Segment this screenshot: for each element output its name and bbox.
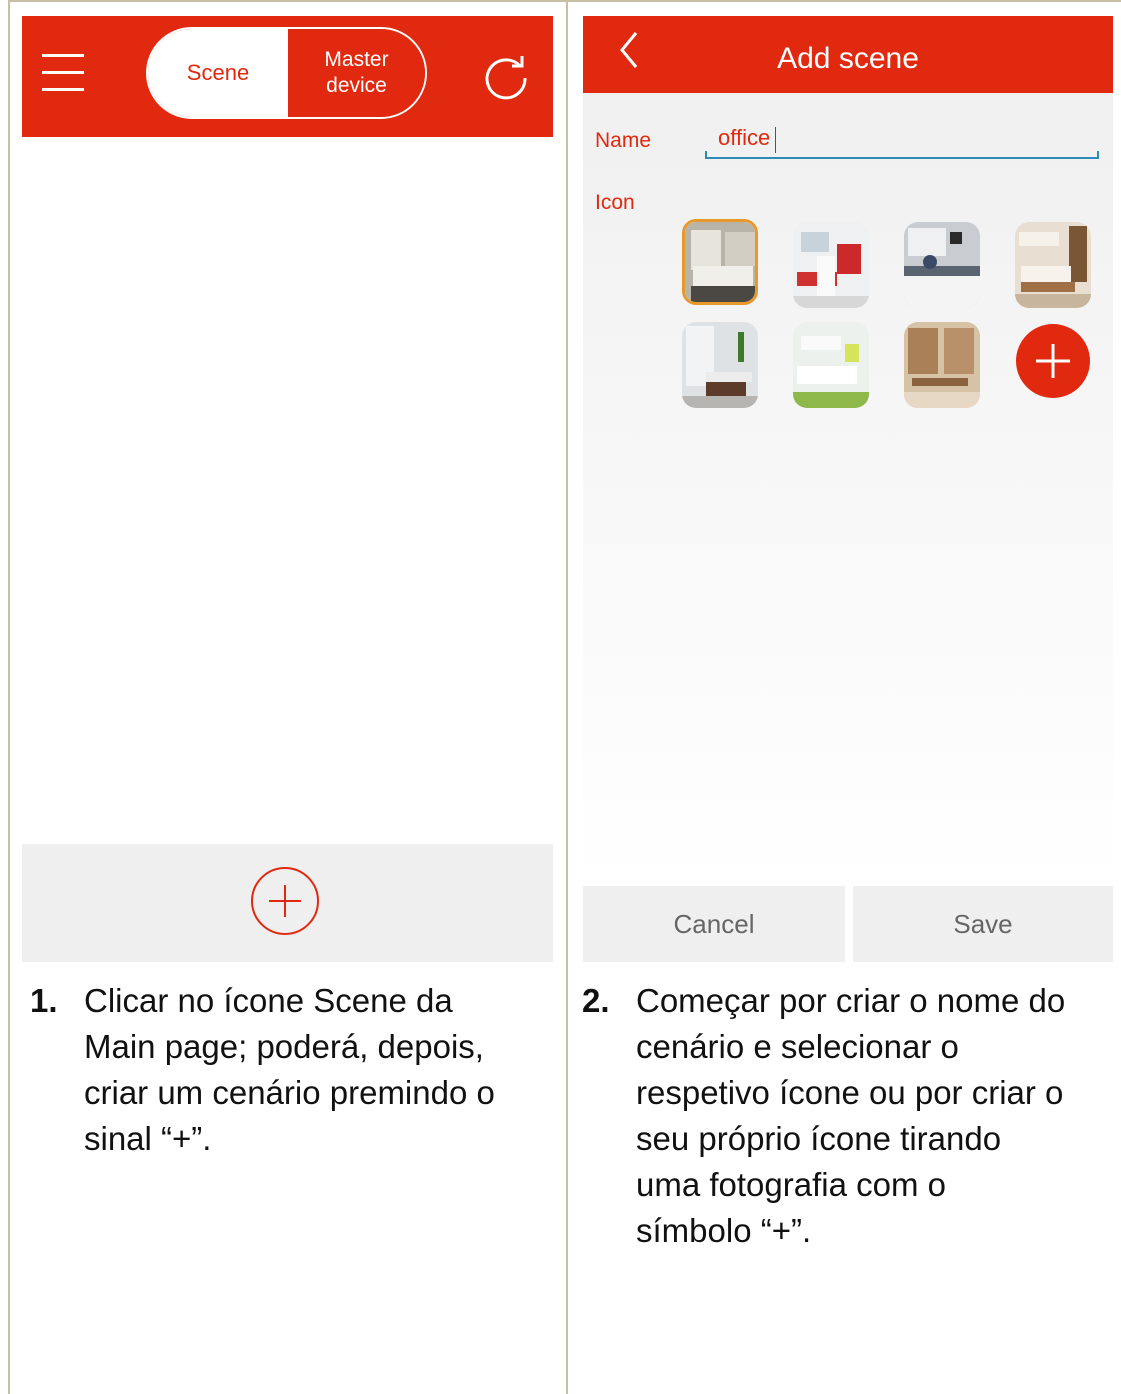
scene-icon-living-red[interactable] bbox=[793, 222, 869, 308]
page-title: Add scene bbox=[777, 42, 919, 75]
save-label: Save bbox=[953, 908, 1013, 939]
scene-icon-lounge-white[interactable] bbox=[793, 322, 869, 408]
table-border-left bbox=[8, 0, 10, 1394]
step-text-line: uma fotografia com o bbox=[636, 1166, 946, 1203]
office-image-icon bbox=[904, 322, 980, 408]
scene-master-toggle[interactable]: Scene Master device bbox=[146, 27, 427, 119]
add-scene-form: Name office Icon bbox=[583, 93, 1113, 886]
step-text-line: cenário e selecionar o bbox=[636, 1028, 959, 1065]
add-scene-app-bar: Add scene bbox=[583, 16, 1113, 93]
bedroom-wood-image-icon bbox=[1015, 222, 1091, 308]
bathroom-image-icon bbox=[682, 322, 758, 408]
add-scene-icon[interactable] bbox=[250, 866, 320, 936]
icon-label: Icon bbox=[595, 191, 635, 214]
name-label: Name bbox=[595, 129, 652, 152]
save-button[interactable]: Save bbox=[853, 886, 1113, 962]
caption-step-2: 2. Começar por criar o nome do cenário e… bbox=[582, 978, 1121, 1278]
add-custom-icon-button[interactable] bbox=[1016, 324, 1090, 398]
scene-footer bbox=[22, 844, 553, 962]
scene-icon-kitchen[interactable] bbox=[904, 222, 980, 308]
step-text-line: símbolo “+”. bbox=[636, 1212, 812, 1249]
name-input[interactable]: office bbox=[705, 123, 1099, 159]
step-text-line: seu próprio ícone tirando bbox=[636, 1120, 1002, 1157]
living-room-image-icon bbox=[793, 222, 869, 308]
tab-scene[interactable]: Scene bbox=[148, 29, 288, 117]
step-text-line: Clicar no ícone Scene da bbox=[84, 982, 453, 1019]
name-input-value: office bbox=[718, 125, 771, 150]
step-text: Começar por criar o nome do cenário e se… bbox=[636, 978, 1065, 1254]
step-number: 1. bbox=[30, 982, 58, 1019]
table-divider bbox=[566, 0, 568, 1394]
caption-step-1: 1. Clicar no ícone Scene da Main page; p… bbox=[30, 978, 560, 1178]
step-text-line: sinal “+”. bbox=[84, 1120, 212, 1157]
step-text-line: Main page; poderá, depois, bbox=[84, 1028, 484, 1065]
menu-icon[interactable] bbox=[42, 54, 84, 94]
step-text-line: Começar por criar o nome do bbox=[636, 982, 1066, 1019]
step-number: 2. bbox=[582, 982, 610, 1019]
cancel-label: Cancel bbox=[673, 908, 755, 939]
step-text-line: criar um cenário premindo o bbox=[84, 1074, 495, 1111]
bedroom-image-icon bbox=[685, 222, 755, 302]
tab-master-device[interactable]: Master device bbox=[288, 29, 425, 117]
step-text: Clicar no ícone Scene da Main page; pode… bbox=[84, 978, 495, 1162]
scene-icon-bedroom-wood[interactable] bbox=[1015, 222, 1091, 308]
step-text-line: respetivo ícone ou por criar o bbox=[636, 1074, 1064, 1111]
scene-icon-bedroom-selected[interactable] bbox=[682, 219, 758, 305]
text-caret bbox=[775, 127, 776, 153]
table-border-top bbox=[8, 0, 1121, 2]
lounge-image-icon bbox=[793, 322, 869, 408]
scene-icon-bathroom[interactable] bbox=[682, 322, 758, 408]
cancel-button[interactable]: Cancel bbox=[583, 886, 845, 962]
refresh-icon[interactable] bbox=[484, 54, 530, 100]
scene-icon-office[interactable] bbox=[904, 322, 980, 408]
scene-app-bar: Scene Master device bbox=[22, 16, 553, 137]
kitchen-image-icon bbox=[904, 222, 980, 308]
scene-list-empty bbox=[22, 137, 553, 844]
